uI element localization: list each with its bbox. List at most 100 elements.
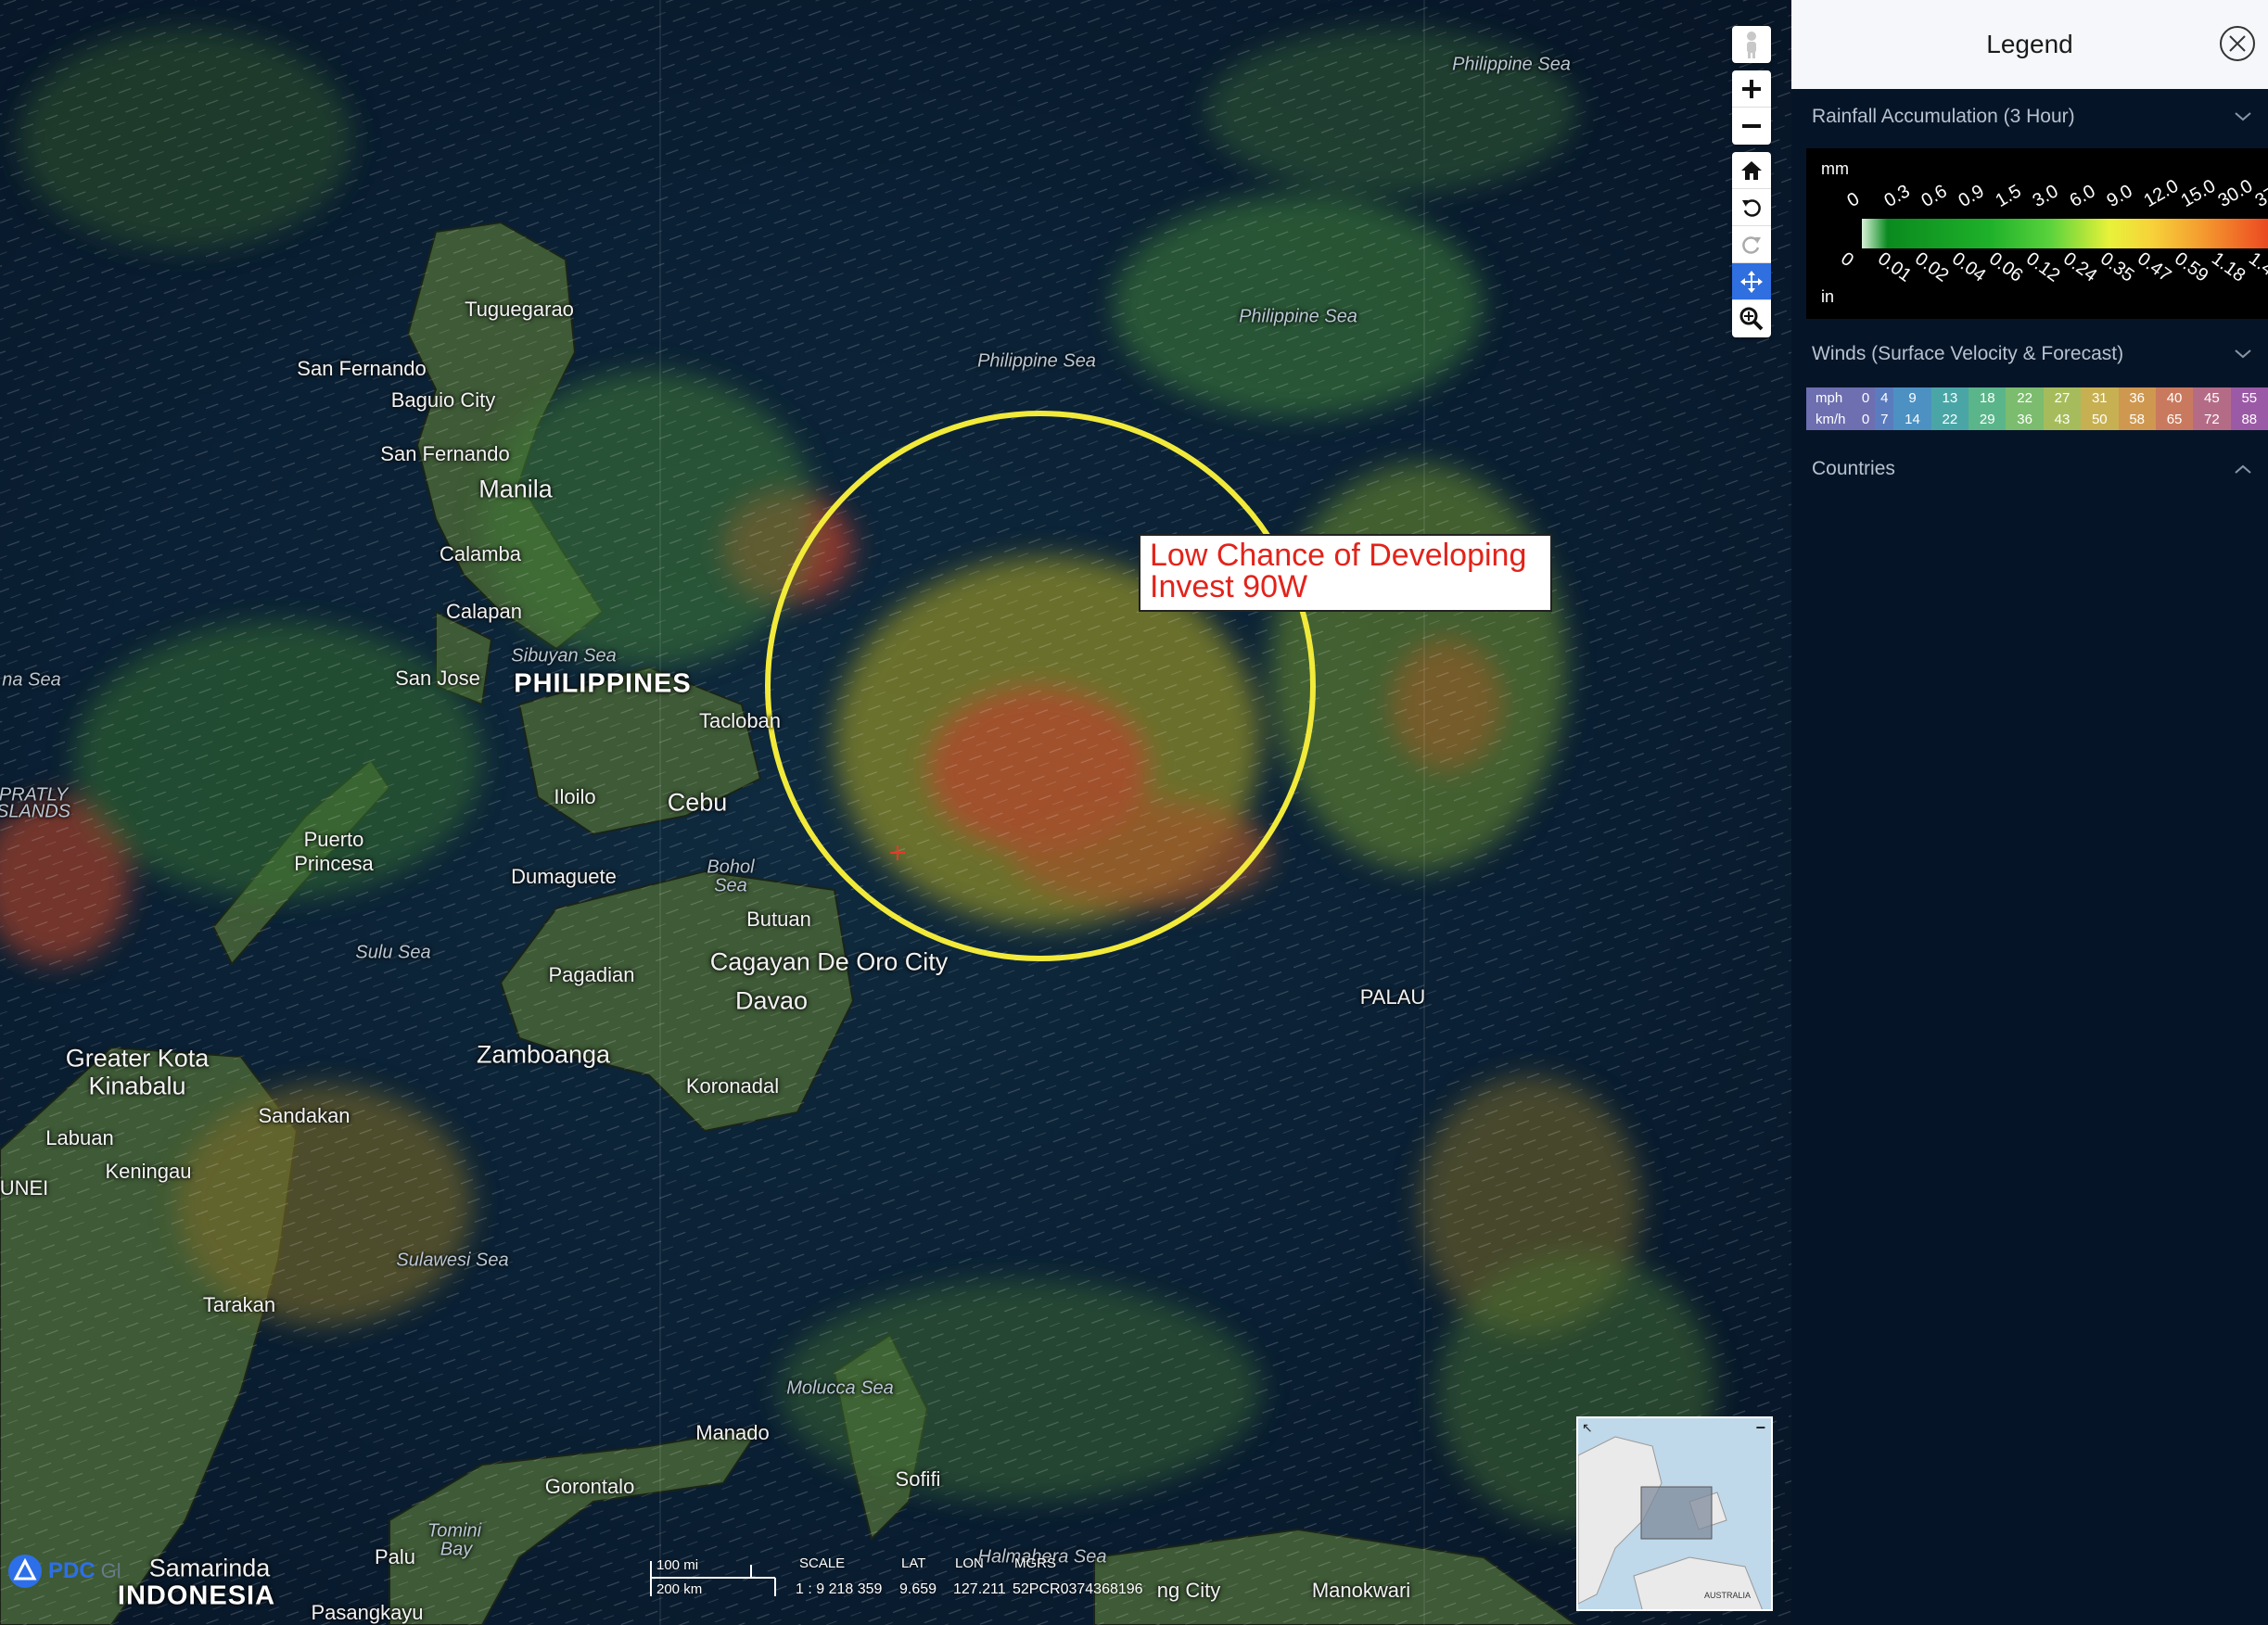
rainfall-in-tick: 0.06	[1985, 248, 2027, 286]
place-label-tuguegarao: Tuguegarao	[465, 298, 574, 321]
place-label-manila: Manila	[478, 475, 553, 503]
storm-label-line2: Invest 90W	[1150, 569, 1308, 604]
wind-mph-cell: 4	[1875, 387, 1894, 409]
rotate-right-icon[interactable]	[1732, 226, 1771, 263]
place-label-cebu: Cebu	[667, 788, 728, 817]
place-label-cagayan: Cagayan De Oro City	[709, 947, 949, 976]
zoom-box-icon[interactable]	[1732, 300, 1771, 337]
zoom-out-icon[interactable]	[1732, 108, 1771, 145]
pdc-logo-suffix: Gl	[100, 1559, 121, 1582]
rainfall-mm-tick: 0.3	[1880, 181, 1914, 212]
pan-icon[interactable]	[1732, 263, 1771, 300]
place-label-philippine-sea-2: Philippine Sea	[1239, 306, 1357, 327]
rainfall-color-scale: mm in 0 0.3 0.6 0.9 1.5 3.0 6.0 9.0 12.0 15.0 30.0…	[1806, 148, 2268, 319]
place-label-calamba: Calamba	[439, 542, 522, 565]
storm-annotation-label[interactable]: Low Chance of Developing Invest 90W	[1139, 534, 1552, 612]
chevron-down-icon[interactable]	[2235, 112, 2251, 121]
place-label-tarakan: Tarakan	[202, 1293, 276, 1316]
countries-section-header[interactable]: Countries	[1791, 449, 2268, 489]
place-label-sofifi: Sofifi	[895, 1467, 941, 1491]
rainfall-mm-tick: 30.0	[2214, 175, 2257, 212]
pdc-logo: PDC Gl	[7, 1554, 121, 1589]
place-label-iloilo: Iloilo	[554, 785, 596, 808]
wind-mph-cell: 18	[1969, 387, 2007, 409]
place-label-sibuyan-sea: Sibuyan Sea	[511, 645, 617, 667]
wind-kmh-cell: 14	[1893, 409, 1931, 430]
wind-kmh-cell: 29	[1969, 409, 2007, 430]
close-icon[interactable]	[2218, 24, 2257, 63]
place-label-greater-kota: Greater Kota	[65, 1044, 210, 1073]
overview-collapse-icon[interactable]: −	[1755, 1418, 1765, 1438]
overview-australia-label: AUSTRALIA	[1704, 1591, 1751, 1600]
rainfall-in-tick: 0.02	[1911, 248, 1953, 286]
wind-kmh-cell: 43	[2043, 409, 2082, 430]
wind-mph-cell: 40	[2155, 387, 2194, 409]
place-label-pagadian: Pagadian	[548, 963, 635, 986]
rainfall-mm-tick: 37.5	[2251, 175, 2268, 212]
zoom-in-icon[interactable]	[1732, 70, 1771, 108]
wind-mph-label: mph	[1806, 387, 1856, 409]
place-label-san-fernando: San Fernando	[297, 357, 427, 380]
overview-extent[interactable]	[1640, 1486, 1713, 1540]
legend-panel: Legend Rainfall Accumulation (3 Hour) mm…	[1791, 0, 2268, 1625]
rainfall-mm-tick: 6.0	[2066, 181, 2099, 212]
lon-value: 127.211	[953, 1581, 1006, 1597]
wind-speed-scale: mph 0 4 9 13 18 22 27 31 36 40 45 55 km/h 0 7 14 22 29 3…	[1806, 387, 2268, 430]
place-label-philippines: PHILIPPINES	[514, 668, 692, 699]
wind-kmh-cell: 58	[2118, 409, 2156, 430]
winds-section-header[interactable]: Winds (Surface Velocity & Forecast)	[1791, 334, 2268, 375]
home-icon[interactable]	[1732, 152, 1771, 189]
wind-mph-row: mph 0 4 9 13 18 22 27 31 36 40 45 55	[1806, 387, 2268, 409]
rainfall-section-header[interactable]: Rainfall Accumulation (3 Hour)	[1791, 96, 2268, 137]
scale-bar: 100 mi 200 km	[649, 1557, 779, 1604]
rainfall-in-tick: 0	[1837, 248, 1858, 272]
wind-mph-cell: 13	[1930, 387, 1969, 409]
chevron-down-icon[interactable]	[2235, 349, 2251, 359]
place-label-manokwari: Manokwari	[1311, 1579, 1411, 1602]
wind-kmh-row: km/h 0 7 14 22 29 36 43 50 58 65 72 88	[1806, 409, 2268, 430]
pdc-logo-icon	[8, 1555, 42, 1588]
place-label-tomini-bay: Bay	[440, 1539, 473, 1560]
overview-map[interactable]: AUSTRALIA ↖ −	[1576, 1416, 1773, 1611]
rainfall-heading: Rainfall Accumulation (3 Hour)	[1812, 106, 2075, 127]
place-label-indonesia: INDONESIA	[117, 1581, 276, 1611]
rainfall-unit-mm: mm	[1821, 159, 1849, 178]
pegman-icon[interactable]	[1732, 26, 1771, 63]
lon-label: LON	[955, 1555, 984, 1571]
lat-value: 9.659	[899, 1581, 937, 1597]
overview-expand-icon[interactable]: ↖	[1582, 1420, 1593, 1436]
place-label-princesa: Princesa	[294, 852, 374, 875]
place-label-palau: PALAU	[1359, 985, 1426, 1009]
wind-kmh-cell: 0	[1856, 409, 1876, 430]
wind-kmh-cell: 36	[2006, 409, 2044, 430]
place-label-molucca-sea: Molucca Sea	[786, 1377, 894, 1399]
rainfall-in-tick: 0.24	[2059, 248, 2101, 286]
rotate-left-icon[interactable]	[1732, 189, 1771, 226]
place-label-city-partial: ng City	[1156, 1579, 1221, 1602]
wind-kmh-cell: 65	[2155, 409, 2194, 430]
map-view[interactable]: Philippine Sea Philippine Sea Philippine S…	[0, 0, 1791, 1625]
legend-header: Legend	[1791, 0, 2268, 89]
place-label-sulawesi-sea: Sulawesi Sea	[396, 1250, 509, 1271]
lat-label: LAT	[901, 1555, 926, 1571]
countries-heading: Countries	[1812, 458, 1895, 479]
wind-kmh-cell: 72	[2193, 409, 2231, 430]
rainfall-in-tick: 0.12	[2022, 248, 2064, 286]
chevron-up-icon[interactable]	[2235, 464, 2251, 474]
pdc-logo-text: PDC	[48, 1558, 96, 1583]
place-label-palu: Palu	[374, 1545, 416, 1568]
wind-kmh-cell: 7	[1875, 409, 1894, 430]
map-canvas[interactable]	[0, 0, 1791, 1625]
place-label-calapan: Calapan	[446, 600, 522, 623]
rainfall-gradient-bar	[1862, 219, 2268, 248]
rainfall-mm-tick: 0.9	[1955, 181, 1988, 212]
wind-mph-cell: 55	[2230, 387, 2268, 409]
place-label-baguio-city: Baguio City	[390, 388, 496, 412]
place-label-tacloban: Tacloban	[698, 709, 782, 732]
place-label-china-sea: na Sea	[2, 669, 61, 691]
place-label-bohol-sea: Sea	[714, 875, 747, 896]
wind-mph-cell: 27	[2043, 387, 2082, 409]
place-label-manado: Manado	[695, 1421, 770, 1444]
winds-heading: Winds (Surface Velocity & Forecast)	[1812, 343, 2124, 364]
wind-mph-cell: 31	[2081, 387, 2119, 409]
